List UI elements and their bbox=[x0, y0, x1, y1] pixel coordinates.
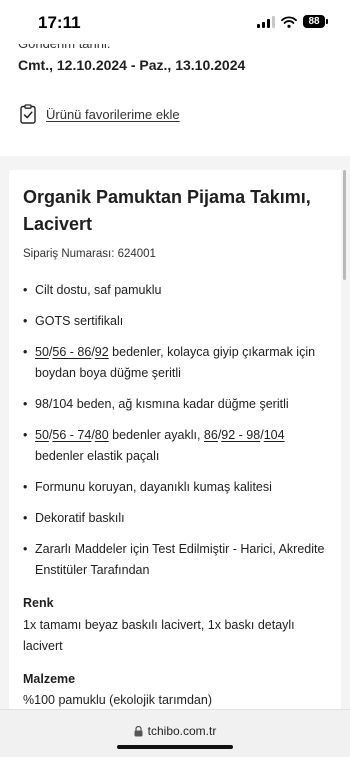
feature-item: Dekoratif baskılı bbox=[23, 508, 333, 529]
status-icons: 88 bbox=[257, 15, 328, 28]
feature-item: 50/56 - 74/80 bedenler ayaklı, 86/92 - 9… bbox=[23, 425, 333, 467]
size-link[interactable]: 56 - 74 bbox=[52, 428, 91, 442]
feature-item: GOTS sertifikalı bbox=[23, 311, 333, 332]
color-text: 1x tamamı beyaz baskılı lacivert, 1x bas… bbox=[23, 618, 295, 653]
wifi-icon bbox=[281, 15, 297, 28]
scrollbar[interactable] bbox=[343, 170, 346, 280]
product-title: Organik Pamuktan Pijama Takımı, Lacivert bbox=[23, 184, 333, 238]
feature-item: Zararlı Maddeler için Test Edilmiştir - … bbox=[23, 539, 333, 581]
status-bar: 17:11 88 bbox=[0, 0, 350, 44]
battery-level: 88 bbox=[303, 15, 325, 28]
product-title-line1: Organik Pamuktan Pijama Takımı, bbox=[23, 187, 311, 207]
url-text: tchibo.com.tr bbox=[147, 724, 217, 738]
size-link[interactable]: 56 - 86 bbox=[52, 345, 91, 359]
feature-item: Cilt dostu, saf pamuklu bbox=[23, 280, 333, 301]
size-link[interactable]: 104 bbox=[264, 428, 285, 442]
size-link[interactable]: 92 - 98 bbox=[221, 428, 260, 442]
battery-icon: 88 bbox=[303, 15, 328, 28]
feature-item: 98/104 beden, ağ kısmına kadar düğme şer… bbox=[23, 394, 333, 415]
url-display[interactable]: tchibo.com.tr bbox=[0, 724, 350, 738]
browser-url-bar[interactable]: tchibo.com.tr bbox=[0, 709, 350, 757]
size-link[interactable]: 50 bbox=[35, 428, 49, 442]
feature-item: Formunu koruyan, dayanıklı kumaş kalites… bbox=[23, 477, 333, 498]
status-time: 17:11 bbox=[38, 13, 81, 32]
feature-list: Cilt dostu, saf pamuklu GOTS sertifikalı… bbox=[23, 280, 333, 581]
add-to-favorites-label: Ürünü favorilerime ekle bbox=[46, 106, 180, 122]
size-link[interactable]: 86 bbox=[204, 428, 218, 442]
lock-icon bbox=[134, 725, 143, 736]
signal-icon bbox=[257, 15, 275, 28]
size-link[interactable]: 92 bbox=[95, 345, 109, 359]
product-details-card: Organik Pamuktan Pijama Takımı, Lacivert… bbox=[9, 170, 341, 730]
product-title-line2: Lacivert bbox=[23, 214, 93, 234]
size-link[interactable]: 50 bbox=[35, 345, 49, 359]
add-to-favorites-link[interactable]: Ürünü favorilerime ekle bbox=[20, 104, 180, 124]
material-text: %100 pamuklu (ekolojik tarımdan) bbox=[23, 693, 212, 707]
order-number: Sipariş Numarası: 624001 bbox=[23, 248, 156, 260]
color-heading: Renk bbox=[23, 596, 54, 610]
material-heading: Malzeme bbox=[23, 672, 76, 686]
feature-item: 50/56 - 86/92 bedenler, kolayca giyip çı… bbox=[23, 342, 333, 384]
home-indicator[interactable] bbox=[117, 745, 233, 749]
delivery-dates: Cmt., 12.10.2024 - Paz., 13.10.2024 bbox=[18, 57, 246, 73]
clipboard-check-icon bbox=[20, 104, 36, 124]
size-link[interactable]: 80 bbox=[95, 428, 109, 442]
